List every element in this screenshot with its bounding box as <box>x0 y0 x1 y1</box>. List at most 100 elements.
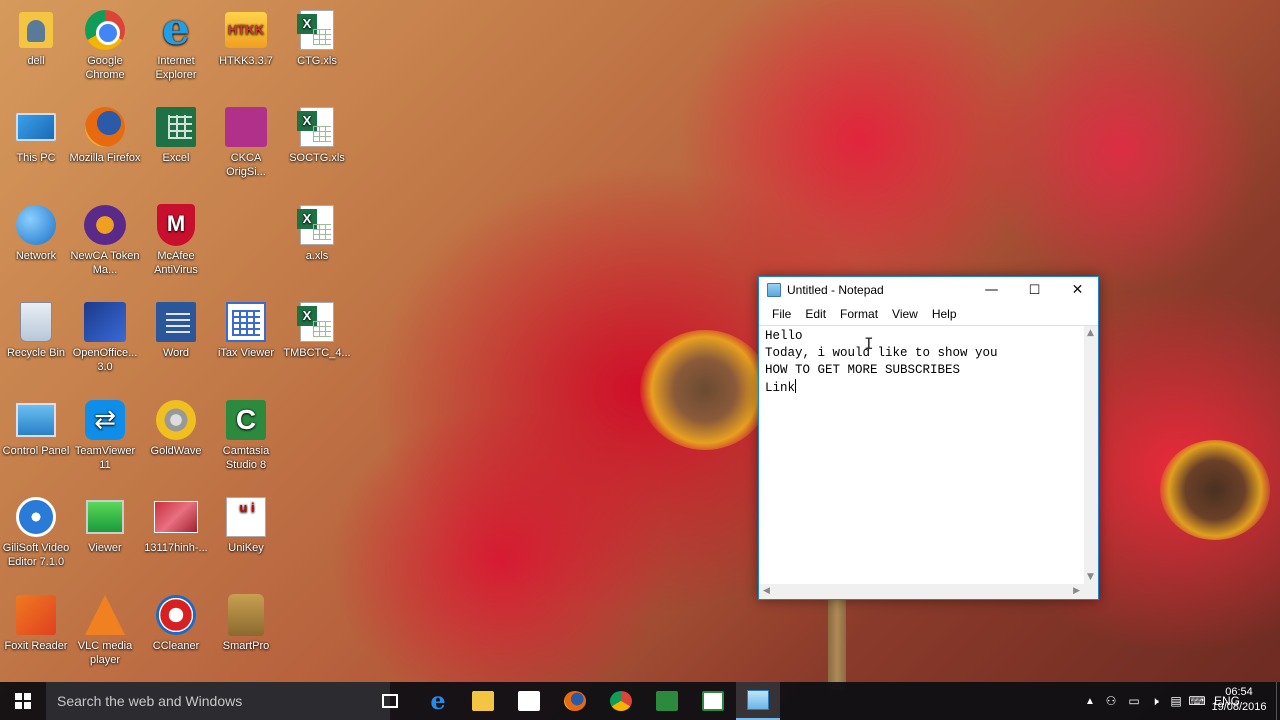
desktop-icon[interactable]: SmartPro <box>210 593 282 653</box>
taskbar-button[interactable] <box>507 682 551 720</box>
excel-file-icon <box>295 203 339 247</box>
taskbar-button[interactable] <box>553 682 597 720</box>
close-button[interactable]: ✕ <box>1056 277 1099 303</box>
desktop-icon[interactable]: 13117hinh-... <box>140 495 212 555</box>
taskbar-button[interactable] <box>736 682 780 720</box>
desktop-icon[interactable]: VLC media player <box>69 593 141 667</box>
desktop-icon-label: Mozilla Firefox <box>69 152 141 164</box>
maximize-button[interactable]: ☐ <box>1013 277 1056 303</box>
taskbar-button[interactable] <box>691 682 735 720</box>
desktop-icon[interactable]: CKCA OrigSi... <box>210 105 282 179</box>
vertical-scrollbar[interactable]: ▲ ▼ <box>1084 326 1098 584</box>
horizontal-scrollbar[interactable]: ◀ ▶ <box>759 584 1084 599</box>
minimize-button[interactable]: — <box>970 277 1013 303</box>
keyboard-icon[interactable]: ⌨ <box>1186 694 1208 708</box>
clock-time: 06:54 <box>1225 686 1253 698</box>
desktop-icon[interactable]: GiliSoft Video Editor 7.1.0 <box>0 495 72 569</box>
scroll-down-arrow-icon[interactable]: ▼ <box>1087 572 1094 582</box>
taskbar-button[interactable] <box>599 682 643 720</box>
desktop-icon[interactable]: Network <box>0 203 72 263</box>
desktop-icon[interactable]: Foxit Reader <box>0 593 72 653</box>
desktop-icon[interactable]: TeamViewer 11 <box>69 398 141 472</box>
internet-explorer-icon: e <box>162 4 190 55</box>
flower-center-wallpaper-right <box>1160 440 1270 540</box>
camtasia-recorder-icon <box>656 691 678 711</box>
people-icon[interactable]: ⚇ <box>1098 694 1124 708</box>
start-button[interactable] <box>0 682 46 720</box>
desktop-icon[interactable]: Viewer <box>69 495 141 555</box>
text-editor-area[interactable]: Hello Today, i would like to show you HOW … <box>759 325 1098 599</box>
clock[interactable]: 06:54 19/08/2016 <box>1208 685 1270 715</box>
htkk-icon: HTKK <box>224 8 268 52</box>
desktop-icon[interactable]: Excel <box>140 105 212 165</box>
desktop-icon[interactable]: Google Chrome <box>69 8 141 82</box>
desktop-icon-label: VLC media player <box>77 640 133 666</box>
desktop-icon-label: Viewer <box>88 542 122 554</box>
camtasia-icon <box>702 691 724 711</box>
taskbar-button[interactable] <box>645 682 689 720</box>
desktop-icon[interactable]: Word <box>140 300 212 360</box>
desktop-icon[interactable]: OpenOffice... 3.0 <box>69 300 141 374</box>
desktop-icon[interactable]: Control Panel <box>0 398 72 458</box>
scroll-left-arrow-icon[interactable]: ◀ <box>763 586 770 596</box>
notepad-title-bar[interactable]: Untitled - Notepad — ☐ ✕ <box>759 277 1098 303</box>
firefox-icon <box>564 691 586 711</box>
task-view-icon <box>382 694 398 708</box>
desktop-icon[interactable]: CTG.xls <box>281 8 353 68</box>
desktop-icon[interactable]: NewCA Token Ma... <box>69 203 141 277</box>
text-line: Link <box>765 381 796 395</box>
desktop-icon[interactable]: M McAfee AntiVirus <box>140 203 212 277</box>
viewer-icon <box>83 495 127 539</box>
text-line-with-caret: Link <box>765 379 1083 397</box>
desktop-icon-label: GiliSoft Video Editor 7.1.0 <box>2 542 70 568</box>
file-explorer-icon <box>472 691 494 711</box>
desktop-icon[interactable]: iTax Viewer <box>210 300 282 360</box>
menu-help[interactable]: Help <box>925 307 964 321</box>
desktop-icon[interactable]: a.xls <box>281 203 353 263</box>
menu-format[interactable]: Format <box>833 307 885 321</box>
resize-grip[interactable] <box>1084 584 1098 599</box>
desktop-icon[interactable]: CCleaner <box>140 593 212 653</box>
desktop-icon[interactable]: HTKK HTKK3.3.7 <box>210 8 282 68</box>
desktop-icon[interactable]: Recycle Bin <box>0 300 72 360</box>
desktop-icon-label: Network <box>15 250 57 262</box>
recycle-bin-icon <box>14 300 58 344</box>
search-box[interactable]: Search the web and Windows <box>46 682 390 720</box>
taskbar-button[interactable]: e <box>416 682 460 720</box>
clock-date: 19/08/2016 <box>1211 701 1267 713</box>
network-tray-icon[interactable]: ▭ <box>1124 694 1144 708</box>
volume-muted-icon[interactable]: 🕨 <box>1144 694 1166 709</box>
text-line: Today, i would like to show you <box>765 346 998 360</box>
menu-view[interactable]: View <box>885 307 925 321</box>
menu-edit[interactable]: Edit <box>798 307 833 321</box>
desktop-icon[interactable]: dell <box>0 8 72 68</box>
excel-file-icon <box>295 300 339 344</box>
gilisoft-icon <box>14 495 58 539</box>
taskbar-button[interactable] <box>461 682 505 720</box>
notepad-window[interactable]: Untitled - Notepad — ☐ ✕ File Edit Forma… <box>758 276 1099 600</box>
desktop-icon[interactable]: Mozilla Firefox <box>69 105 141 165</box>
show-hidden-icons-button[interactable]: ▲ <box>1082 696 1098 707</box>
desktop-icon-label: Foxit Reader <box>4 640 68 652</box>
desktop-icon[interactable]: UniKey <box>210 495 282 555</box>
desktop-icon-label: 13117hinh-... <box>144 542 208 554</box>
desktop-icon-label: McAfee AntiVirus <box>154 250 198 276</box>
scroll-right-arrow-icon[interactable]: ▶ <box>1073 586 1080 596</box>
desktop-icon[interactable]: GoldWave <box>140 398 212 458</box>
text-content[interactable]: Hello Today, i would like to show you HOW … <box>765 328 1083 397</box>
desktop-icon-label: NewCA Token Ma... <box>70 250 140 276</box>
taskbar-button[interactable] <box>368 682 412 720</box>
desktop-icon[interactable]: This PC <box>0 105 72 165</box>
desktop-icon[interactable]: e Internet Explorer <box>140 8 212 82</box>
excel-file-icon <box>295 105 339 149</box>
desktop-icon-label: CCleaner <box>152 640 200 652</box>
desktop-icon[interactable]: C Camtasia Studio 8 <box>210 398 282 472</box>
desktop-icon[interactable]: SOCTG.xls <box>281 105 353 165</box>
action-center-icon[interactable]: ▤ <box>1166 694 1186 708</box>
show-desktop-button[interactable] <box>1276 682 1280 720</box>
menu-file[interactable]: File <box>765 307 798 321</box>
scroll-up-arrow-icon[interactable]: ▲ <box>1087 328 1094 338</box>
desktop-icon-label: This PC <box>16 152 56 164</box>
desktop-icon[interactable]: TMBCTC_4... <box>281 300 353 360</box>
desktop-icon-label: HTKK3.3.7 <box>219 55 273 67</box>
